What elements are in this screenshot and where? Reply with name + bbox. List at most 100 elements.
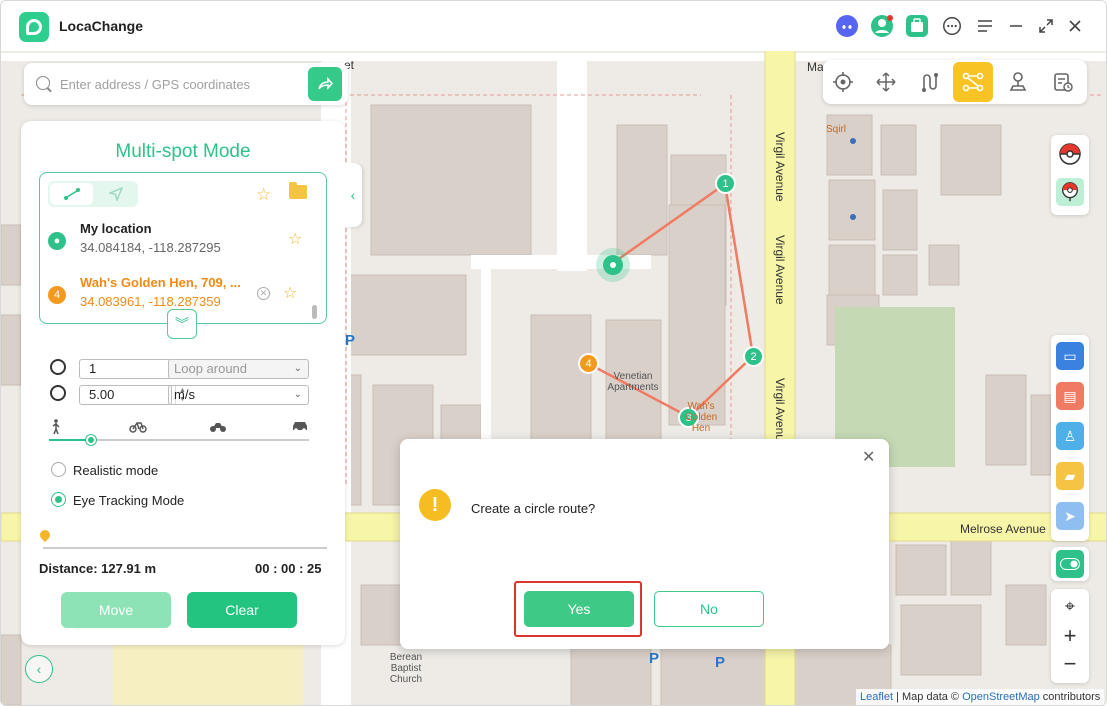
- car-icon[interactable]: [291, 419, 309, 436]
- minimize-icon[interactable]: [1004, 14, 1028, 38]
- eye-tracking-mode-radio[interactable]: [51, 492, 66, 507]
- search-go-button[interactable]: [308, 67, 342, 101]
- mode-toolbar: [823, 60, 1087, 104]
- waypoint-marker[interactable]: 4: [578, 353, 599, 374]
- toggle-switch-icon[interactable]: [1056, 550, 1084, 578]
- remove-spot-icon[interactable]: ✕: [257, 287, 270, 300]
- jump-mode-button[interactable]: [866, 62, 906, 102]
- spot-coords: 34.084184, -118.287295: [80, 240, 221, 255]
- cards-icon[interactable]: ▤: [1056, 382, 1084, 410]
- search-icon: [36, 76, 50, 90]
- times-input[interactable]: 1 ▲▼: [79, 359, 186, 379]
- eye-tracking-mode-label: Eye Tracking Mode: [73, 493, 185, 508]
- zoom-in-icon[interactable]: +: [1056, 622, 1084, 650]
- search-input[interactable]: [60, 73, 305, 95]
- joystick-icon: [1009, 72, 1027, 91]
- waypoint-marker[interactable]: 1: [715, 173, 736, 194]
- move-button[interactable]: Move: [61, 592, 171, 628]
- multi-spot-panel: Multi-spot Mode ‹ ☆ ● My location 34.084…: [21, 121, 362, 645]
- spot-list-scrollbar[interactable]: [312, 305, 317, 319]
- walk-icon[interactable]: [49, 419, 63, 438]
- back-button[interactable]: ‹: [25, 655, 53, 683]
- send-icon[interactable]: ➤: [1056, 502, 1084, 530]
- zoom-tools: ⌖ + −: [1051, 589, 1089, 683]
- spot-index-marker: 4: [48, 286, 66, 304]
- fullscreen-icon[interactable]: [1034, 14, 1058, 38]
- app-logo-icon: [19, 12, 49, 42]
- app-title: LocaChange: [59, 18, 144, 34]
- distance-readout: Distance: 127.91 m: [39, 561, 157, 576]
- chevron-down-icon: ⌄: [293, 389, 302, 400]
- poi-label-sqirl: Sqirl: [826, 124, 847, 135]
- speed-input[interactable]: 5.00 ▲ ▼: [79, 385, 186, 405]
- search-bar: [24, 63, 348, 105]
- import-folder-icon[interactable]: ▰: [1056, 462, 1084, 490]
- road-route-option[interactable]: [94, 183, 137, 205]
- feature-tools: ▭ ▤ ♙ ▰ ➤: [1051, 335, 1089, 541]
- straight-route-option[interactable]: [50, 183, 93, 205]
- multi-spot-icon: [962, 72, 984, 92]
- speed-slider[interactable]: [49, 435, 309, 445]
- loop-mode-select[interactable]: Loop around ⌄: [168, 359, 309, 379]
- collapse-panel-button[interactable]: ‹: [344, 163, 362, 227]
- waypoint-marker[interactable]: 2: [743, 346, 764, 367]
- move-icon: [876, 72, 896, 92]
- tshirt-icon[interactable]: ♙: [1056, 422, 1084, 450]
- screen-sync-icon[interactable]: ▭: [1056, 342, 1084, 370]
- chevron-down-icon: ⌄: [293, 363, 302, 374]
- locate-me-icon[interactable]: ⌖: [1056, 592, 1084, 620]
- my-location-icon: ●: [48, 232, 66, 250]
- street-label: Virgil Avenue: [773, 132, 787, 202]
- close-icon[interactable]: [1063, 14, 1087, 38]
- star-icon[interactable]: ☆: [288, 229, 302, 249]
- folder-icon[interactable]: [289, 182, 307, 199]
- yes-button[interactable]: Yes: [524, 591, 634, 627]
- spot-name: Wah's Golden Hen, 709, ...: [80, 275, 241, 290]
- speed-slider-fill: [49, 439, 91, 441]
- pokeball-icon[interactable]: [1056, 140, 1084, 168]
- route-icon: [922, 73, 938, 92]
- bike-icon[interactable]: [129, 419, 147, 436]
- route-line-icon: [63, 188, 80, 200]
- zoom-out-icon[interactable]: −: [1056, 650, 1084, 678]
- map-attribution: Leaflet | Map data © OpenStreetMap contr…: [856, 689, 1105, 705]
- history-mode-button[interactable]: [1043, 62, 1083, 102]
- route-progress-bar: [43, 547, 327, 549]
- circle-route-dialog: ✕ ! Create a circle route? Yes No: [400, 439, 889, 649]
- poi-label-church: Berean Baptist Church: [389, 652, 423, 685]
- pokeball-marker-icon[interactable]: [1056, 178, 1084, 206]
- avatar-icon[interactable]: [870, 14, 894, 38]
- panel-title: Multi-spot Mode: [115, 141, 251, 162]
- no-button[interactable]: No: [654, 591, 764, 627]
- teleport-mode-button[interactable]: [823, 62, 863, 102]
- svg-text:P: P: [345, 332, 355, 349]
- dialog-close-icon[interactable]: ✕: [862, 447, 875, 467]
- speed-slider-handle[interactable]: [85, 435, 96, 445]
- street-label: Melrose Avenue: [960, 522, 1046, 536]
- stopwatch-icon: [50, 359, 66, 375]
- menu-icon[interactable]: [973, 14, 997, 38]
- realistic-mode-label: Realistic mode: [73, 463, 159, 478]
- chat-icon[interactable]: [940, 14, 964, 38]
- route-settings: 1 ▲▼ Loop around⌄ 5.00 ▲▼ m/s⌄: [41, 347, 323, 509]
- realistic-mode-radio[interactable]: [51, 462, 66, 477]
- joystick-mode-button[interactable]: [998, 62, 1038, 102]
- clear-button[interactable]: Clear: [187, 592, 297, 628]
- star-icon[interactable]: ☆: [283, 283, 297, 303]
- favorite-all-icon[interactable]: ☆: [256, 185, 271, 205]
- multi-spot-mode-button[interactable]: [953, 62, 993, 102]
- toolbox-icon[interactable]: [905, 14, 929, 38]
- two-spot-mode-button[interactable]: [910, 62, 950, 102]
- svg-text:P: P: [649, 650, 659, 667]
- spot-list: ☆ ● My location 34.084184, -118.287295 ☆…: [39, 172, 327, 324]
- leaflet-link[interactable]: Leaflet: [860, 691, 893, 703]
- expand-list-button[interactable]: ︾: [167, 309, 197, 339]
- poi-label-venetian: Venetian Apartments: [607, 371, 659, 393]
- motorcycle-icon[interactable]: [209, 419, 227, 436]
- discord-icon[interactable]: [835, 14, 859, 38]
- route-type-toggle: [48, 181, 138, 207]
- spot-coords: 34.083961, -118.287359: [80, 294, 221, 309]
- street-label: Virgil Avenue: [773, 235, 787, 305]
- osm-link[interactable]: OpenStreetMap: [962, 691, 1040, 703]
- speed-unit-select[interactable]: m/s ⌄: [168, 385, 309, 405]
